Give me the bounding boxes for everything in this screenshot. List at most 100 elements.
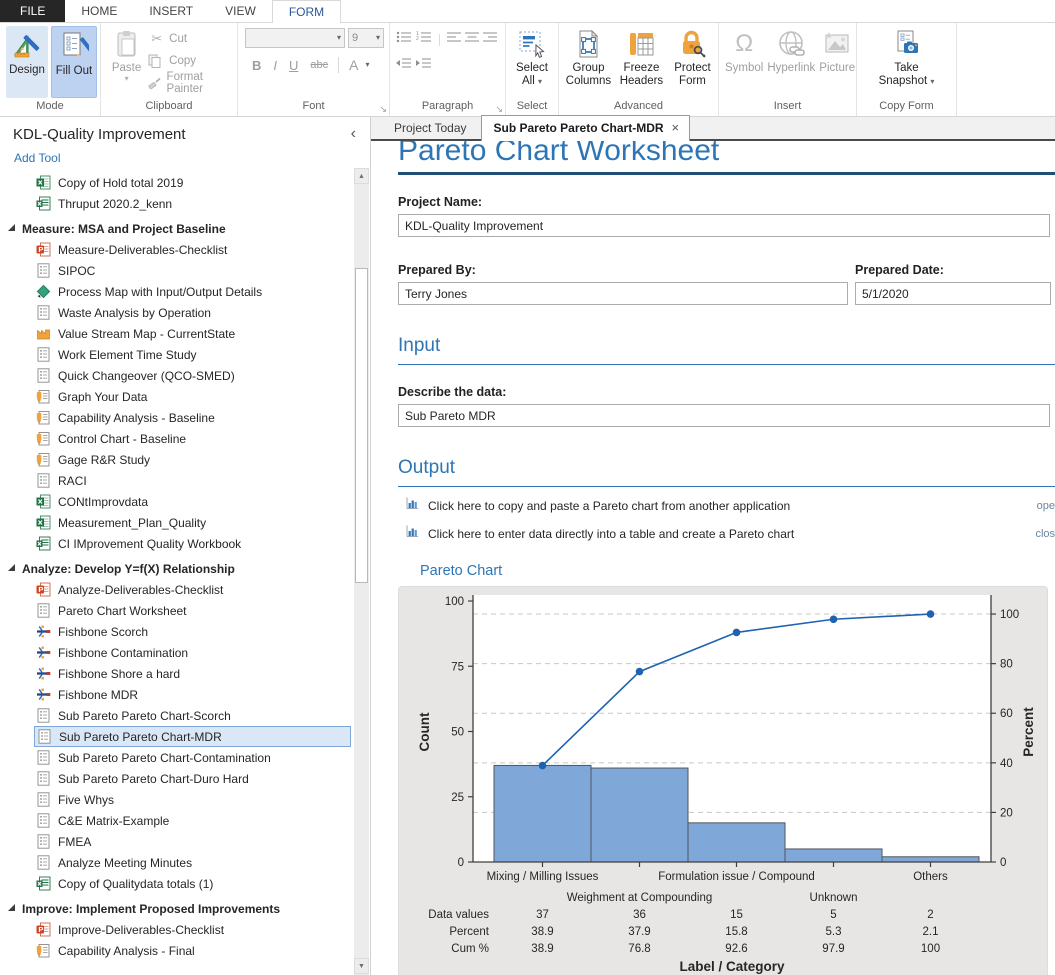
sidebar-item[interactable]: Capability Analysis - Final — [0, 940, 353, 961]
freeze-headers-button[interactable]: Freeze Headers — [616, 26, 667, 98]
tab-project-today[interactable]: Project Today — [380, 117, 481, 139]
sidebar-item[interactable]: Control Chart - Baseline — [0, 428, 353, 449]
sidebar-item[interactable]: Thruput 2020.2_kenn — [0, 193, 353, 214]
tab-sub-pareto-chart-mdr[interactable]: Sub Pareto Pareto Chart-MDR × — [481, 115, 691, 141]
ribbon-tab-form[interactable]: FORM — [272, 0, 341, 23]
tree-expanded-icon[interactable] — [8, 564, 15, 571]
design-button[interactable]: Design — [6, 26, 48, 98]
font-color-dropdown-arrow[interactable]: ▾ — [366, 61, 370, 69]
project-name-input[interactable] — [398, 214, 1050, 237]
sidebar-item[interactable]: Value Stream Map - CurrentState — [0, 323, 353, 344]
close-tab-icon[interactable]: × — [672, 120, 680, 135]
take-snapshot-button[interactable]: Take Snapshot ▾ — [871, 26, 943, 98]
sidebar-item[interactable]: PAnalyze-Deliverables-Checklist — [0, 579, 353, 600]
font-color-button[interactable]: A — [344, 56, 363, 74]
open-link-clipped[interactable]: ope — [1037, 500, 1055, 512]
ribbon-tab-home[interactable]: HOME — [65, 0, 133, 22]
tree-expanded-icon[interactable] — [8, 224, 15, 231]
paste-dropdown-arrow[interactable]: ▾ — [125, 75, 129, 83]
sidebar-item[interactable]: SIPOC — [0, 260, 353, 281]
close-link-clipped[interactable]: clos — [1035, 528, 1055, 540]
paste-pareto-link[interactable]: Click here to copy and paste a Pareto ch… — [428, 499, 790, 513]
sidebar-item[interactable]: Capability Analysis - Baseline — [0, 407, 353, 428]
group-columns-button[interactable]: Group Columns — [563, 26, 614, 98]
sidebar-item[interactable]: Waste Analysis by Operation — [0, 302, 353, 323]
sidebar-item-label: RACI — [58, 474, 87, 488]
sidebar-item[interactable]: Graph Your Data — [0, 386, 353, 407]
align-left-icon[interactable] — [447, 30, 461, 49]
ribbon-tab-insert[interactable]: INSERT — [133, 0, 209, 22]
sidebar-section-header[interactable]: Measure: MSA and Project Baseline — [0, 218, 353, 239]
bullet-list-icon[interactable] — [396, 30, 412, 49]
sidebar-item[interactable]: Sub Pareto Pareto Chart-MDR — [34, 726, 351, 747]
cut-button[interactable]: ✂ Cut — [144, 28, 235, 50]
sidebar-scrollbar[interactable]: ▲ ▼ — [354, 168, 369, 975]
sidebar-item[interactable]: Process Map with Input/Output Details — [0, 281, 353, 302]
sidebar-item[interactable]: RACI — [0, 470, 353, 491]
sidebar-item[interactable]: Five Whys — [0, 789, 353, 810]
align-right-icon[interactable] — [483, 30, 497, 49]
sidebar-item[interactable]: PMeasure-Deliverables-Checklist — [0, 239, 353, 260]
form-icon — [36, 347, 51, 362]
table-value: 15.8 — [725, 926, 747, 938]
prepared-date-input[interactable] — [855, 282, 1051, 305]
scroll-up-icon[interactable]: ▲ — [354, 168, 369, 184]
sidebar-item[interactable]: CI IMprovement Quality Workbook — [0, 533, 353, 554]
sidebar-item[interactable]: PImprove-Deliverables-Checklist — [0, 919, 353, 940]
sidebar-item[interactable]: Fishbone Scorch — [0, 621, 353, 642]
sidebar-item[interactable]: Fishbone Shore a hard — [0, 663, 353, 684]
bold-button[interactable]: B — [247, 57, 266, 74]
ribbon-tab-file[interactable]: FILE — [0, 0, 65, 22]
add-tool-link[interactable]: Add Tool — [0, 145, 370, 171]
sidebar-item[interactable]: Work Element Time Study — [0, 344, 353, 365]
scrollbar-thumb[interactable] — [355, 268, 368, 583]
sidebar-item[interactable]: Fishbone MDR — [0, 684, 353, 705]
decrease-indent-icon[interactable] — [396, 56, 412, 75]
paste-button[interactable]: Paste ▾ — [109, 26, 144, 98]
hyperlink-button[interactable]: Hyperlink — [765, 26, 817, 98]
sidebar-item[interactable]: FMEA — [0, 831, 353, 852]
font-name-combobox[interactable]: ▾ — [245, 28, 345, 48]
italic-button[interactable]: I — [268, 57, 282, 74]
font-size-combobox[interactable]: 9▾ — [348, 28, 384, 48]
numbered-list-icon[interactable]: 12 — [416, 30, 432, 49]
align-center-icon[interactable] — [465, 30, 479, 49]
prepared-by-input[interactable] — [398, 282, 848, 305]
sidebar-item[interactable]: Quick Changeover (QCO-SMED) — [0, 365, 353, 386]
scroll-down-icon[interactable]: ▼ — [354, 958, 369, 974]
sidebar-section-header[interactable]: Analyze: Develop Y=f(X) Relationship — [0, 558, 353, 579]
sidebar-item[interactable]: Analyze Meeting Minutes — [0, 852, 353, 873]
ppt-icon: P — [36, 922, 51, 937]
protect-form-button[interactable]: Protect Form — [669, 26, 716, 98]
sidebar-item[interactable]: Sub Pareto Pareto Chart-Scorch — [0, 705, 353, 726]
sidebar-section-header[interactable]: Improve: Implement Proposed Improvements — [0, 898, 353, 919]
format-painter-button[interactable]: Format Painter — [144, 72, 235, 94]
font-dialog-launcher-icon[interactable]: ↘ — [379, 105, 387, 114]
ribbon-tab-view[interactable]: VIEW — [209, 0, 272, 22]
tree-expanded-icon[interactable] — [8, 904, 15, 911]
sidebar-item[interactable]: Copy of Hold total 2019 — [0, 172, 353, 193]
paragraph-dialog-launcher-icon[interactable]: ↘ — [495, 105, 503, 114]
table-value: 37 — [536, 909, 549, 921]
sidebar-item[interactable]: Pareto Chart Worksheet — [0, 600, 353, 621]
strikethrough-button[interactable]: abc — [305, 58, 333, 72]
sidebar-item[interactable]: Sub Pareto Pareto Chart-Duro Hard — [0, 768, 353, 789]
picture-button[interactable]: Picture — [817, 26, 857, 98]
symbol-button[interactable]: Ω Symbol — [723, 26, 765, 98]
sidebar-item[interactable]: Gage R&R Study — [0, 449, 353, 470]
select-all-button[interactable]: Select All ▾ — [509, 26, 555, 98]
group-label-mode: Mode — [0, 99, 100, 116]
sidebar-item[interactable]: Sub Pareto Pareto Chart-Contamination — [0, 747, 353, 768]
sidebar-item[interactable]: C&E Matrix-Example — [0, 810, 353, 831]
sidebar-item[interactable]: CONtImprovdata — [0, 491, 353, 512]
sidebar-item[interactable]: Copy of Qualitydata totals (1) — [0, 873, 353, 894]
describe-data-input[interactable] — [398, 404, 1050, 427]
copy-button[interactable]: Copy — [144, 50, 235, 72]
enter-data-link[interactable]: Click here to enter data directly into a… — [428, 527, 794, 541]
collapse-sidebar-icon[interactable]: ‹ — [343, 125, 364, 143]
fill-out-button[interactable]: Fill Out — [51, 26, 97, 98]
underline-button[interactable]: U — [284, 57, 303, 74]
sidebar-item[interactable]: Fishbone Contamination — [0, 642, 353, 663]
sidebar-item[interactable]: Measurement_Plan_Quality — [0, 512, 353, 533]
increase-indent-icon[interactable] — [416, 56, 432, 75]
